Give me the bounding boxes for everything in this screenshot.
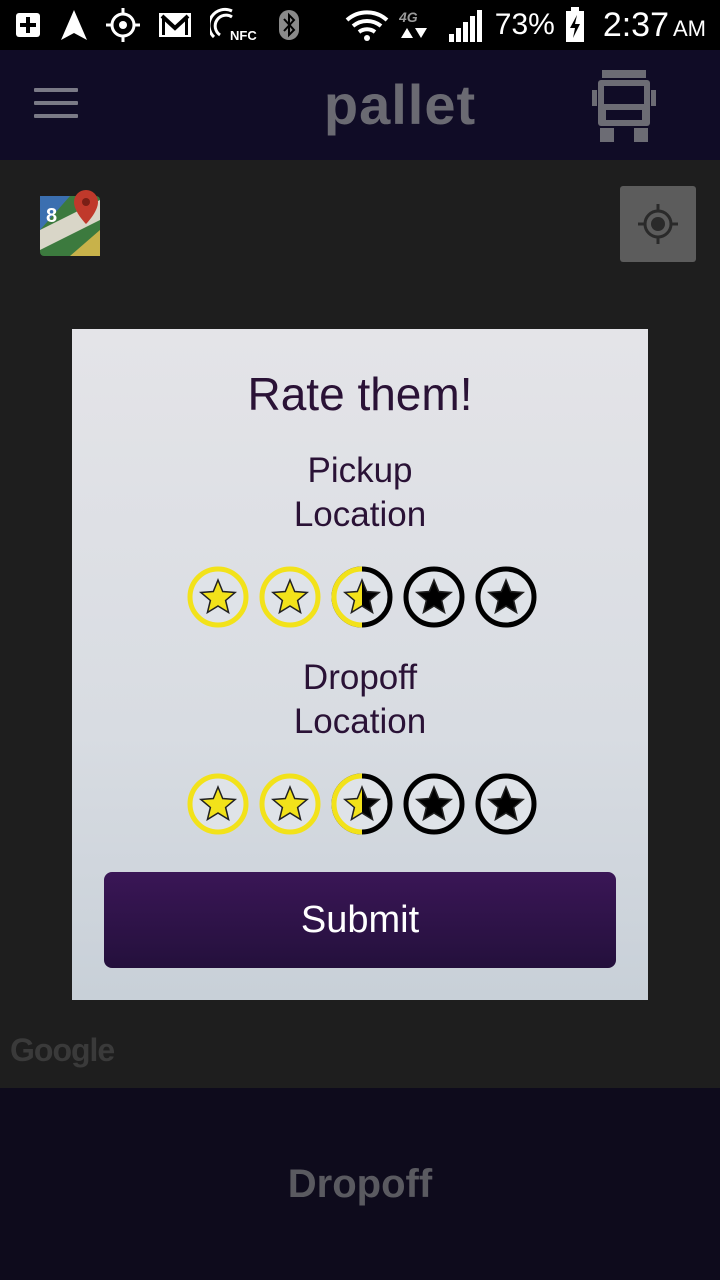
navigation-arrow-icon <box>60 9 88 41</box>
dropoff-rating-stars[interactable] <box>186 772 538 836</box>
star-icon[interactable] <box>258 772 322 836</box>
star-icon[interactable] <box>258 565 322 629</box>
google-maps-icon[interactable]: 8 <box>40 190 104 258</box>
wifi-icon <box>345 8 389 42</box>
bluetooth-icon <box>278 9 300 41</box>
my-location-button[interactable] <box>620 186 696 262</box>
star-icon[interactable] <box>330 565 394 629</box>
gmail-icon <box>158 12 192 38</box>
star-icon[interactable] <box>402 772 466 836</box>
pickup-rating-stars[interactable] <box>186 565 538 629</box>
star-icon[interactable] <box>402 565 466 629</box>
network-4g-icon: 4G <box>399 8 439 42</box>
clock: 2:37 AM <box>603 6 706 45</box>
dialog-title: Rate them! <box>247 368 473 420</box>
truck-icon[interactable] <box>592 70 656 142</box>
battery-percent: 73% <box>494 8 555 41</box>
status-bar: NFC 4G 73% 2:37 AM <box>0 0 720 50</box>
nfc-icon: NFC <box>210 7 260 43</box>
pickup-location-label: Pickup Location <box>72 449 648 537</box>
bottom-bar-label[interactable]: Dropoff <box>0 1162 720 1207</box>
dropoff-location-label: Dropoff Location <box>72 656 648 744</box>
submit-button[interactable]: Submit <box>104 872 616 968</box>
star-icon[interactable] <box>186 565 250 629</box>
my-location-icon <box>638 204 678 244</box>
google-attribution: Google <box>10 1032 115 1068</box>
rating-dialog: Rate them! Pickup Location Dropoff Locat… <box>72 329 648 1000</box>
star-icon[interactable] <box>186 772 250 836</box>
bottom-bar: Dropoff <box>0 1088 720 1280</box>
app-bar: pallet <box>0 50 720 160</box>
signal-icon <box>448 8 485 42</box>
star-icon[interactable] <box>474 565 538 629</box>
svg-text:8: 8 <box>46 205 57 227</box>
star-icon[interactable] <box>330 772 394 836</box>
network-label: 4G <box>399 9 418 25</box>
battery-charging-icon <box>565 7 585 43</box>
add-notification-icon <box>14 11 42 39</box>
dropoff-label-line2: Location <box>293 702 427 741</box>
star-icon[interactable] <box>474 772 538 836</box>
dropoff-label-line1: Dropoff <box>302 658 418 697</box>
nfc-label: NFC <box>230 28 257 43</box>
gps-icon <box>106 8 140 42</box>
pickup-label-line2: Location <box>293 495 427 534</box>
clock-ampm: AM <box>673 15 706 41</box>
pickup-label-line1: Pickup <box>307 451 413 490</box>
clock-time: 2:37 <box>602 5 669 44</box>
